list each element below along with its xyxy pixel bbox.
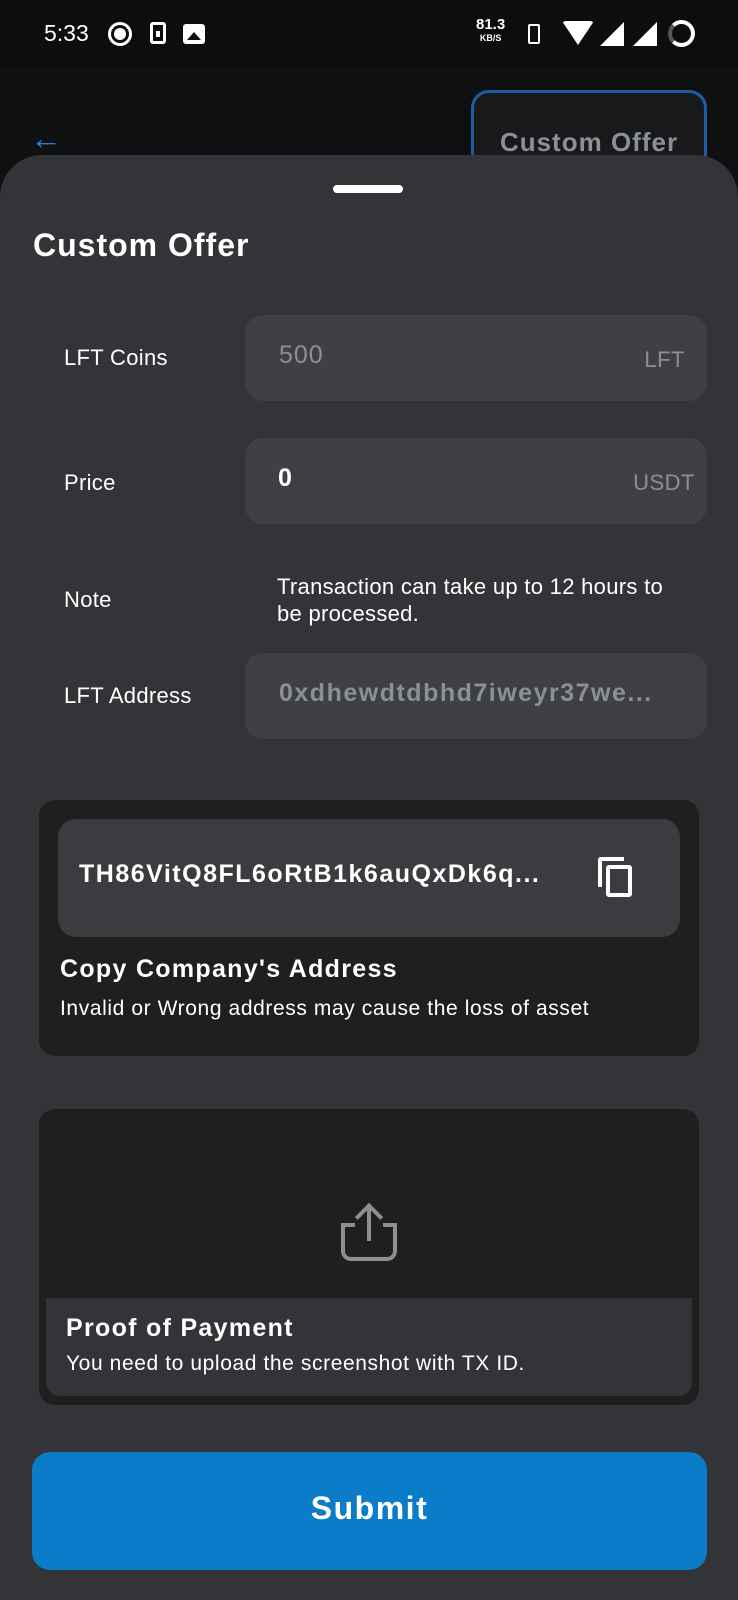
status-time: 5:33 [44,20,89,46]
note-text: Transaction can take up to 12 hours to b… [277,574,664,626]
lft-address-input[interactable]: 0xdhewdtdbhd7iweyr37we... [245,653,707,739]
price-suffix: USDT [633,470,695,495]
network-speed: 81.3 KB/S [476,17,505,43]
lft-coins-input[interactable]: 500 LFT [245,315,707,401]
submit-button[interactable]: Submit [32,1452,707,1570]
battery-icon [668,20,695,47]
price-input[interactable]: 0 USDT [245,438,707,524]
sheet-title: Custom Offer [33,227,250,263]
proof-of-payment-title: Proof of Payment [66,1314,294,1342]
company-address-warning: Invalid or Wrong address may cause the l… [60,997,590,1020]
price-value: 0 [278,464,293,492]
status-bar: 5:33 81.3 KB/S [0,0,738,68]
proof-of-payment-subtitle: You need to upload the screenshot with T… [66,1352,525,1375]
signal-icon [600,22,624,46]
company-address-title: Copy Company's Address [60,955,398,983]
company-address-box[interactable]: TH86VitQ8FL6oRtB1k6auQxDk6q... [58,819,680,937]
sheet-drag-handle[interactable] [333,185,403,193]
back-arrow-icon[interactable]: ← [30,120,62,157]
copy-icon[interactable] [598,857,634,897]
price-label: Price [64,470,116,495]
upload-icon[interactable] [339,1201,399,1265]
note-label: Note [64,587,112,612]
header-custom-offer-label: Custom Offer [499,127,679,157]
lft-address-label: LFT Address [64,683,192,708]
lft-address-placeholder: 0xdhewdtdbhd7iweyr37we... [279,679,653,707]
lft-coins-label: LFT Coins [64,345,168,370]
signal-icon-2 [633,22,657,46]
company-address-card: TH86VitQ8FL6oRtB1k6auQxDk6q... Copy Comp… [39,800,699,1056]
sim-card-icon [150,22,166,44]
wifi-icon [562,21,594,45]
company-address-text: TH86VitQ8FL6oRtB1k6auQxDk6q... [79,860,541,888]
image-icon [183,24,205,44]
lft-coins-placeholder: 500 [279,341,324,369]
vibrate-icon [528,24,540,44]
network-speed-unit: KB/S [479,33,502,43]
network-speed-value: 81.3 [476,16,506,33]
submit-label: Submit [310,1490,429,1526]
custom-offer-sheet: Custom Offer LFT Coins 500 LFT Price 0 U… [0,155,738,1600]
lft-coins-suffix: LFT [644,347,685,372]
screen-record-icon [108,22,132,46]
proof-of-payment-card[interactable]: Proof of Payment You need to upload the … [39,1109,699,1405]
proof-of-payment-info: Proof of Payment You need to upload the … [46,1298,692,1396]
